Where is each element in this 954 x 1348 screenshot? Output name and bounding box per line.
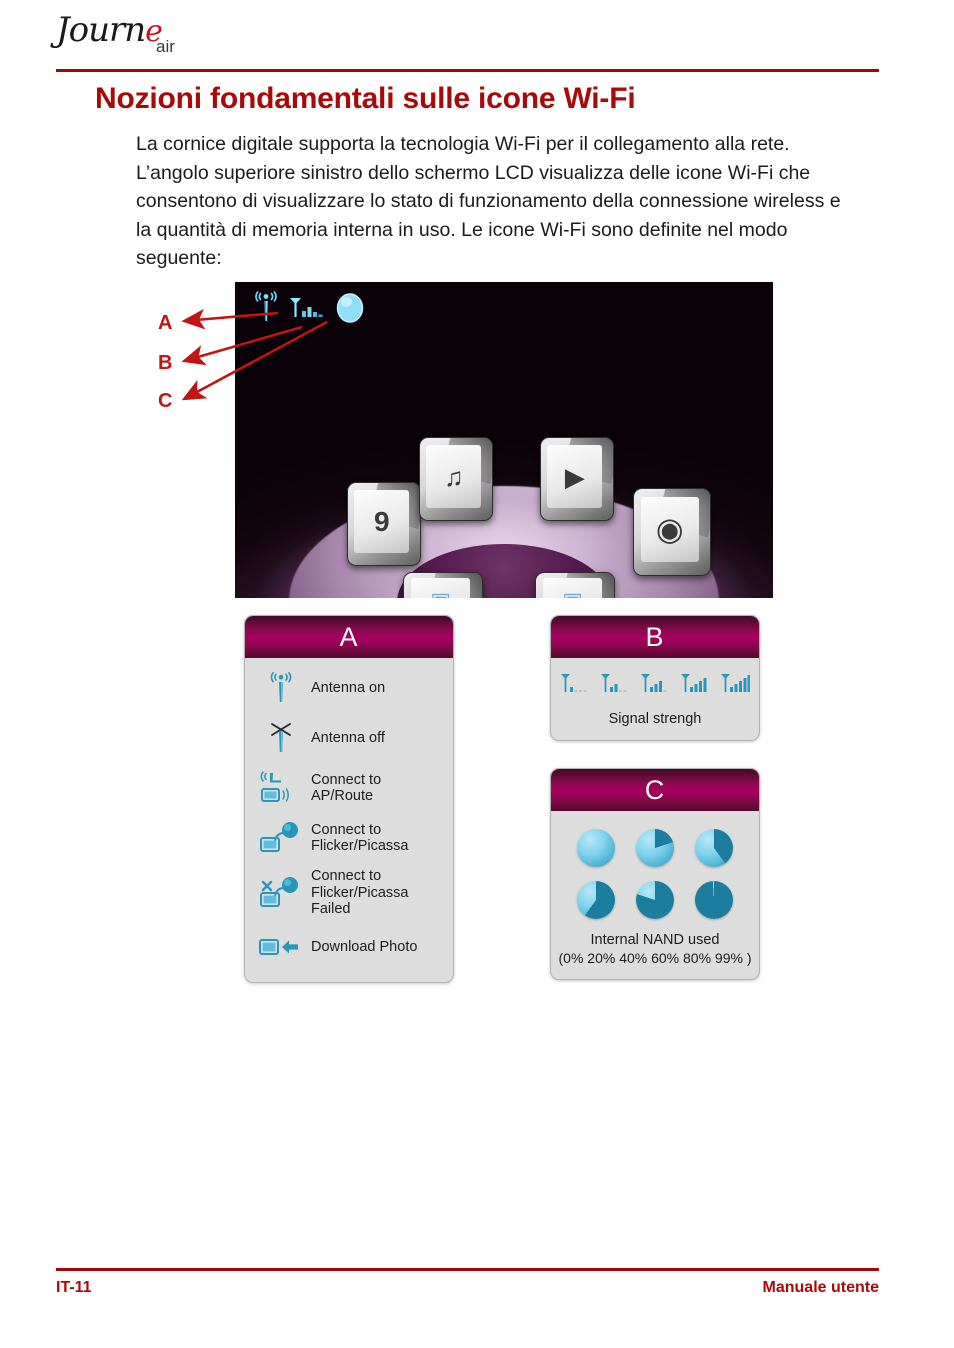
nand-usage-pie-99	[694, 881, 733, 919]
legend-panel-a: A Antenna on Antenna off Connect to AP/R…	[244, 615, 454, 983]
signal-strength-level-5-icon	[721, 674, 750, 692]
menu-tile-photo-2-glyph: ▣	[562, 590, 583, 598]
signal-strength-level-4-icon	[681, 674, 707, 692]
download-photo-icon	[257, 930, 305, 966]
intro-paragraph: La cornice digitale supporta la tecnolog…	[136, 133, 841, 269]
brand-logo: Journe air	[56, 4, 236, 64]
nand-usage-pie-20	[635, 829, 674, 867]
legend-label-connect-ap: Connect to AP/Route	[311, 771, 382, 805]
signal-strength-samples	[557, 664, 753, 702]
nand-usage-pie-40	[694, 829, 733, 867]
menu-tile-photo-music-face: ♫	[426, 445, 482, 508]
menu-tile-photo-music-glyph: ♫	[444, 461, 464, 492]
antenna-off-icon	[257, 720, 305, 756]
legend-panel-b-header: B	[551, 616, 759, 658]
menu-tile-photo-1-face: ▣	[411, 578, 471, 598]
menu-tile-calendar: 9	[347, 482, 421, 566]
connect-flickr-failed-icon	[257, 875, 305, 911]
menu-tile-speaker-glyph: ◉	[655, 511, 684, 548]
signal-strength-level-2-icon	[601, 674, 627, 692]
brand-logo-subtext: air	[156, 37, 175, 56]
page-title: Nozioni fondamentali sulle icone Wi-Fi	[95, 82, 636, 115]
brand-logo-wordmark: Journe	[56, 10, 163, 50]
menu-tile-speaker-face: ◉	[640, 496, 699, 563]
legend-row-connect-flickr: Connect to Flicker/Picassa	[257, 818, 441, 858]
legend-panel-a-body: Antenna on Antenna off Connect to AP/Rou…	[245, 658, 453, 982]
menu-tile-calendar-face: 9	[354, 490, 410, 553]
legend-label-connect-flickr-failed: Connect to Flicker/Picassa Failed	[311, 868, 409, 917]
nand-usage-caption-sub: (0% 20% 40% 60% 80% 99% )	[558, 950, 752, 966]
footer-divider	[56, 1268, 879, 1271]
footer-page-number: IT-11	[56, 1279, 92, 1296]
nand-usage-pie-0	[577, 829, 616, 867]
legend-row-download-photo: Download Photo	[257, 928, 441, 968]
legend-row-antenna-on: Antenna on	[257, 668, 441, 708]
menu-tile-photo-2-face: ▣	[543, 578, 603, 598]
legend-row-connect-flickr-failed: Connect to Flicker/Picassa Failed	[257, 868, 441, 918]
legend-row-antenna-off: Antenna off	[257, 718, 441, 758]
legend-panel-a-letter: A	[339, 621, 359, 652]
antenna-on-icon	[257, 670, 305, 706]
menu-tile-video: ▶	[540, 437, 614, 521]
brand-logo-text: Journ	[56, 10, 146, 50]
legend-label-antenna-on: Antenna on	[311, 679, 386, 696]
signal-strength-caption: Signal strengh	[608, 711, 702, 727]
nand-usage-caption: Internal NAND used	[590, 932, 720, 948]
legend-panel-c-body: Internal NAND used (0% 20% 40% 60% 80% 9…	[551, 811, 759, 979]
signal-strength-level-1-icon	[561, 674, 587, 692]
nand-usage-pie-60	[577, 881, 616, 919]
legend-label-antenna-off: Antenna off	[311, 729, 385, 746]
nand-usage-pie-80	[635, 881, 674, 919]
legend-panel-b: B Signal strengh	[550, 615, 760, 741]
legend-panel-b-letter: B	[645, 621, 665, 652]
legend-panel-c: C Internal NAND used (0% 20% 40% 60% 80%…	[550, 768, 760, 980]
signal-strength-level-3-icon	[641, 674, 667, 692]
menu-tile-video-face: ▶	[547, 445, 603, 508]
footer-doc-title: Manuale utente	[762, 1279, 879, 1296]
callout-annotations: A B C	[150, 280, 410, 420]
menu-tile-calendar-glyph: 9	[374, 505, 390, 537]
menu-tile-video-glyph: ▶	[564, 461, 585, 492]
menu-tile-speaker: ◉	[633, 488, 711, 576]
header-divider	[56, 69, 879, 72]
connect-flickr-icon	[257, 820, 305, 856]
menu-tile-photo-1-glyph: ▣	[430, 590, 451, 598]
menu-tile-photo-2: ▣	[535, 572, 615, 598]
connect-ap-icon	[257, 770, 305, 806]
legend-row-connect-ap: Connect to AP/Route	[257, 768, 441, 808]
callout-arrows	[181, 308, 328, 401]
legend-label-download-photo: Download Photo	[311, 939, 418, 956]
nand-usage-samples	[557, 817, 753, 923]
menu-tile-photo-music: ♫	[419, 437, 493, 521]
legend-panel-c-letter: C	[644, 774, 666, 805]
legend-label-connect-flickr: Connect to Flicker/Picassa	[311, 821, 409, 855]
legend-panel-c-header: C	[551, 769, 759, 811]
menu-tile-photo-1: ▣	[403, 572, 483, 598]
legend-panel-b-body: Signal strengh	[551, 658, 759, 740]
legend-panel-a-header: A	[245, 616, 453, 658]
